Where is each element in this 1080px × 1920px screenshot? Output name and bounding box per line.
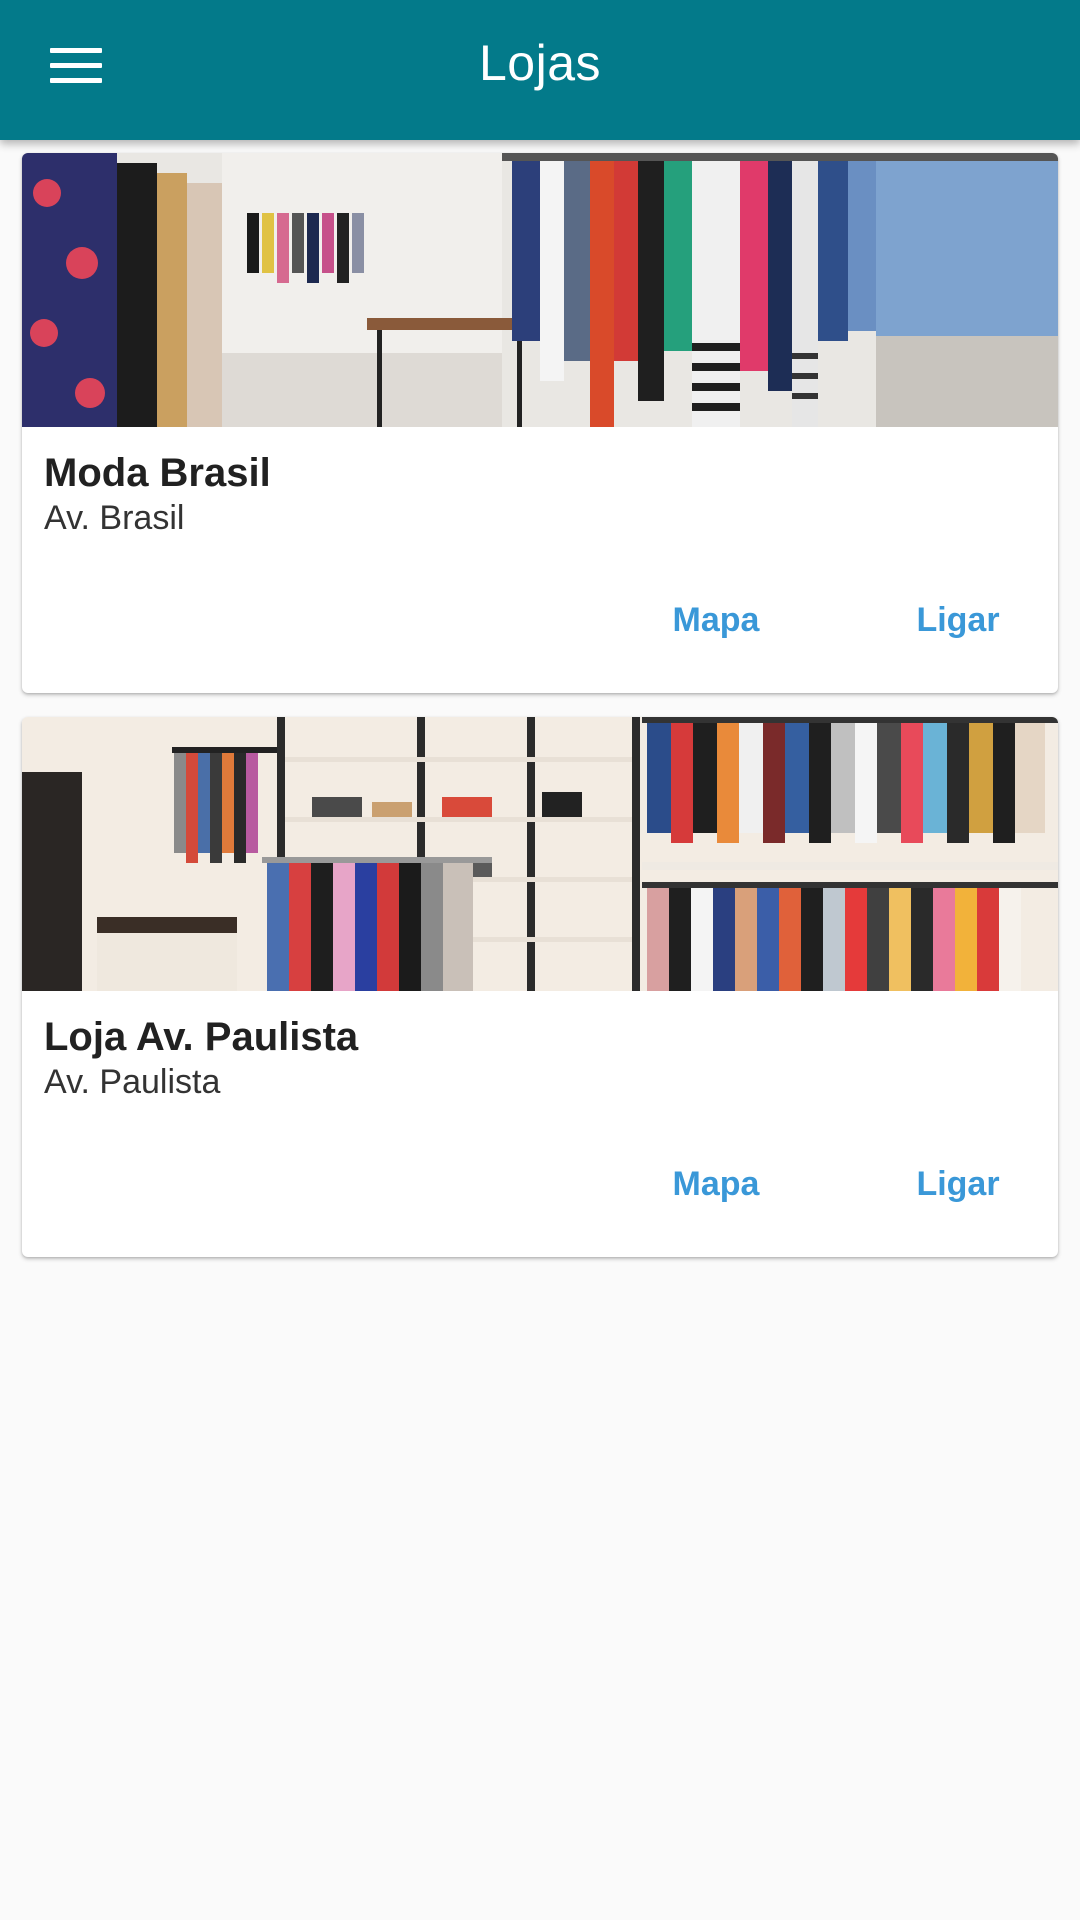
call-button[interactable]: Ligar <box>870 585 1046 655</box>
map-button[interactable]: Mapa <box>622 1149 810 1219</box>
store-address: Av. Brasil <box>44 499 185 537</box>
store-name: Moda Brasil <box>44 451 271 495</box>
store-name: Loja Av. Paulista <box>44 1015 359 1059</box>
store-address: Av. Paulista <box>44 1063 221 1101</box>
store-image <box>22 153 1058 427</box>
store-card: Loja Av. Paulista Av. Paulista Mapa Liga… <box>22 717 1058 1257</box>
store-image <box>22 717 1058 991</box>
map-button[interactable]: Mapa <box>622 585 810 655</box>
store-card: Moda Brasil Av. Brasil Mapa Ligar <box>22 153 1058 693</box>
page-title: Lojas <box>478 35 602 91</box>
app-bar: Lojas <box>0 0 1080 140</box>
call-button[interactable]: Ligar <box>870 1149 1046 1219</box>
